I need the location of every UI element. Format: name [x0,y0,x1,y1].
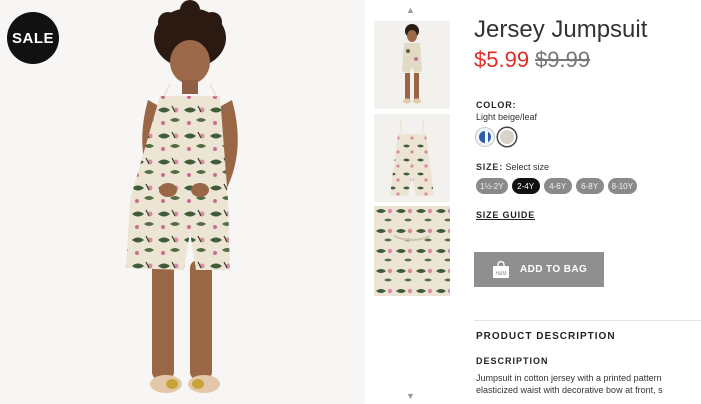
sale-badge: SALE [7,12,59,64]
color-label: COLOR: [476,100,517,110]
scroll-down-icon[interactable]: ▼ [406,391,415,401]
sale-price: $5.99 [474,47,530,72]
size-label-title: SIZE: [476,162,504,172]
price: $5.99 $9.99 [474,47,590,73]
scroll-up-icon[interactable]: ▲ [406,5,415,15]
size-option-2-4y[interactable]: 2-4Y [511,178,540,194]
thumbnail-garment[interactable] [373,113,451,203]
size-option-6-8y[interactable]: 6-8Y [575,178,604,194]
main-product-image[interactable]: SALE [0,0,365,404]
description-line-2: elasticized waist with decorative bow at… [476,385,663,395]
size-guide-link[interactable]: SIZE GUIDE [476,210,535,220]
product-info: Jersey Jumpsuit $5.99 $9.99 COLOR: Light … [474,0,701,404]
product-description-heading[interactable]: PRODUCT DESCRIPTION [476,331,616,342]
model-photo [126,0,238,393]
color-swatch-beige[interactable] [498,128,516,146]
bag-icon-logo: H&M [495,271,506,277]
size-options: 1½-2Y 2-4Y 4-6Y 6-8Y 8-10Y [476,178,637,194]
add-to-bag-button[interactable]: H&M ADD TO BAG [474,252,604,287]
original-price: $9.99 [535,47,591,72]
size-label: SIZE: Select size [476,162,549,172]
divider [474,320,701,321]
thumbnail-model[interactable] [373,20,451,110]
shopping-bag-icon: H&M [493,260,509,278]
description-text: Jumpsuit in cotton jersey with a printed… [476,372,701,396]
color-swatch-blue[interactable] [476,128,494,146]
color-name: Light beige/leaf [476,112,538,122]
size-option-1-2y[interactable]: 1½-2Y [476,178,508,194]
product-title: Jersey Jumpsuit [474,16,648,43]
size-prompt: Select size [505,162,550,172]
thumbnail-gallery: ▲ ▼ [372,0,451,404]
description-heading: DESCRIPTION [476,356,549,366]
description-line-1: Jumpsuit in cotton jersey with a printed… [476,373,662,383]
size-option-4-6y[interactable]: 4-6Y [543,178,572,194]
thumbnail-detail[interactable] [373,205,451,297]
add-to-bag-label: ADD TO BAG [520,264,588,275]
size-option-8-10y[interactable]: 8-10Y [607,178,637,194]
